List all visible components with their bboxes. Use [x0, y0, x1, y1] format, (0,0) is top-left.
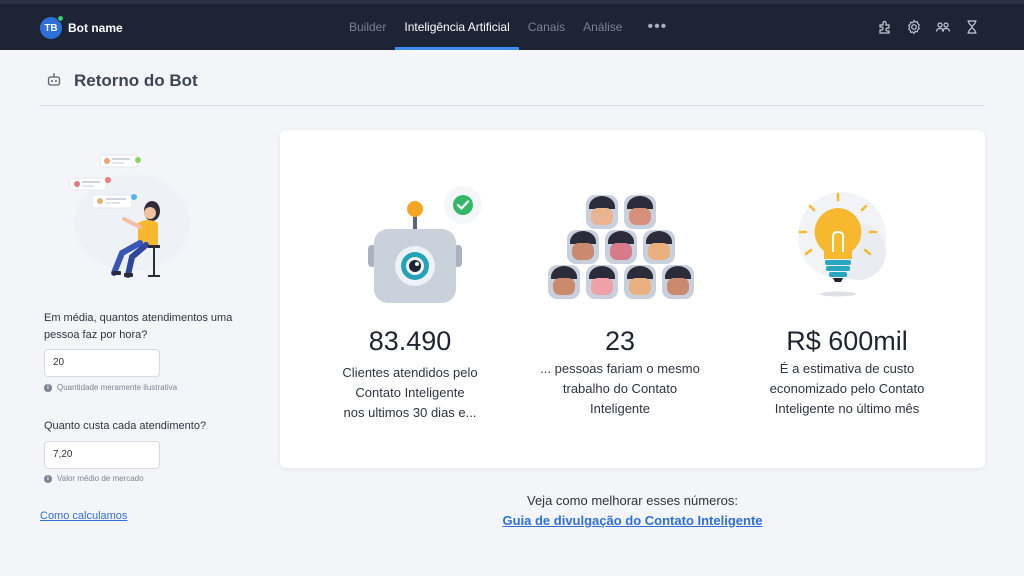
hourglass-icon[interactable] — [964, 19, 980, 35]
page-title: Retorno do Bot — [74, 71, 198, 90]
promotion-guide-link[interactable]: Guia de divulgação do Contato Inteligent… — [280, 513, 985, 528]
stat-savings-line1: É a estimativa de custo — [779, 361, 915, 376]
people-group-illustration — [548, 195, 696, 300]
stats-card: 83.490 Clientes atendidos pelo Contato I… — [280, 130, 985, 468]
how-we-calculate-link[interactable]: Como calculamos — [40, 510, 127, 522]
stat-people-line1: ... pessoas fariam o mesmo — [540, 361, 700, 376]
tab-builder[interactable]: Builder — [340, 4, 395, 50]
main-nav: Builder Inteligência Artificial Canais A… — [340, 4, 683, 50]
avatar-initials: TB — [44, 22, 58, 34]
robot-icon — [46, 72, 62, 88]
stat-customers: 83.490 Clientes atendidos pelo Contato I… — [310, 326, 510, 423]
bot-brand[interactable]: TB Bot name — [40, 15, 123, 39]
stat-savings: R$ 600mil É a estimativa de custo econom… — [747, 326, 947, 419]
stat-people-line3: Inteligente — [590, 401, 650, 416]
stat-savings-value: R$ 600mil — [786, 326, 908, 356]
avatar: TB — [40, 15, 64, 39]
stat-people-value: 23 — [604, 326, 636, 356]
stat-customers-line2: Contato Inteligente — [355, 385, 465, 400]
lightbulb-icon — [780, 192, 900, 302]
online-status-dot — [57, 15, 64, 22]
stat-people: 23 ... pessoas fariam o mesmo trabalho d… — [520, 326, 720, 419]
robot-illustration — [362, 185, 482, 305]
stat-customers-line3: nos ultimos 30 dias e... — [343, 405, 477, 420]
stat-savings-line2: economizado pelo Contato — [769, 381, 925, 396]
attendances-hint: i Quantidade meramente ilustrativa — [44, 383, 177, 392]
cost-per-attendance-label: Quanto custa cada atendimento? — [44, 420, 207, 432]
stat-customers-description: Clientes atendidos pelo Contato Intelige… — [310, 363, 510, 423]
stat-savings-description: É a estimativa de custo economizado pelo… — [747, 359, 947, 419]
cost-hint-text: Valor médio de mercado — [57, 474, 144, 483]
gear-icon[interactable] — [906, 19, 922, 35]
top-actions — [877, 19, 980, 35]
attendances-per-hour-label: Em média, quantos atendimentos uma pesso… — [44, 312, 233, 341]
page-header: Retorno do Bot — [40, 66, 984, 106]
stat-customers-line1: Clientes atendidos pelo — [342, 365, 478, 380]
puzzle-icon[interactable] — [877, 19, 893, 35]
tab-analise[interactable]: Análise — [574, 4, 631, 50]
more-menu-button[interactable]: ••• — [631, 4, 683, 50]
team-icon[interactable] — [935, 19, 951, 35]
tab-canais[interactable]: Canais — [519, 4, 574, 50]
top-bar: TB Bot name Builder Inteligência Artific… — [0, 0, 1024, 50]
stat-savings-line3: Inteligente no último mês — [774, 401, 920, 416]
cost-per-attendance-input[interactable]: 7,20 — [44, 441, 160, 469]
support-agent-illustration — [62, 145, 192, 285]
stat-customers-value: 83.490 — [368, 326, 452, 356]
info-icon: i — [44, 383, 52, 392]
attendances-hint-text: Quantidade meramente ilustrativa — [57, 383, 178, 392]
attendances-per-hour-input[interactable]: 20 — [44, 349, 160, 377]
improve-numbers-text: Veja como melhorar esses números: — [527, 493, 738, 508]
stat-people-description: ... pessoas fariam o mesmo trabalho do C… — [520, 359, 720, 419]
cost-hint: i Valor médio de mercado — [44, 474, 144, 483]
stat-people-line2: trabalho do Contato — [562, 381, 678, 396]
bot-name: Bot name — [68, 21, 123, 35]
info-icon: i — [44, 474, 52, 483]
tab-inteligencia-artificial[interactable]: Inteligência Artificial — [395, 4, 519, 50]
